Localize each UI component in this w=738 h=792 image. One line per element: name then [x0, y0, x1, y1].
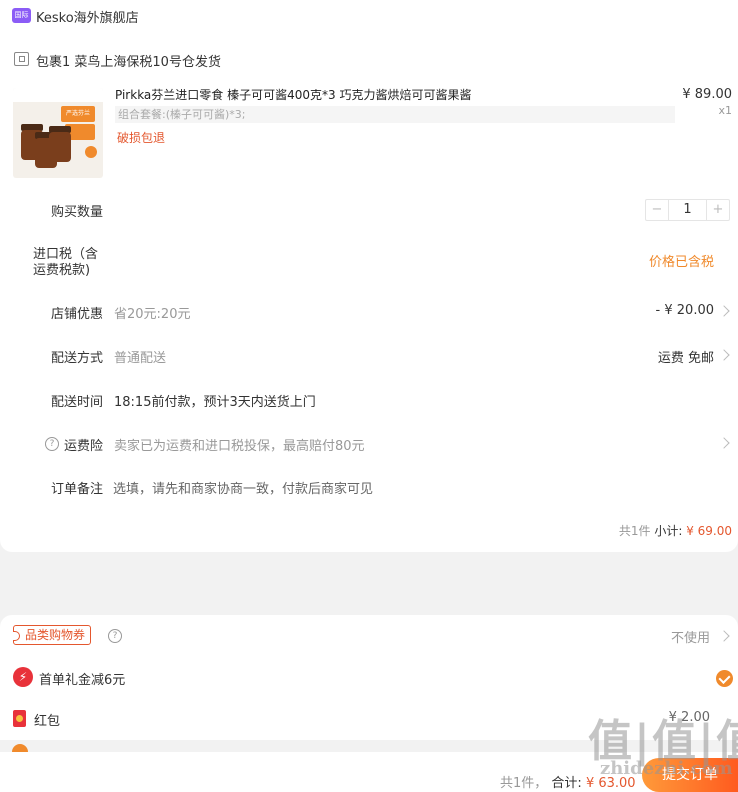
shipping-insurance-desc: 卖家已为运费和进口税投保，最高赔付80元: [114, 439, 365, 454]
store-discount-desc: 省20元:20元: [114, 307, 191, 322]
help-icon[interactable]: ?: [45, 437, 59, 451]
store-discount-label: 店铺优惠: [51, 307, 104, 322]
delivery-time-desc: 18:15前付款，预计3天内送货上门: [114, 395, 316, 410]
chevron-right-icon[interactable]: [718, 349, 730, 361]
red-packet-label: 红包: [34, 714, 61, 729]
quantity-value[interactable]: 1: [668, 200, 707, 220]
category-coupon-tag[interactable]: 品类购物券: [13, 625, 92, 645]
store-name[interactable]: Kesko海外旗舰店: [36, 7, 139, 26]
order-note-label: 订单备注: [51, 482, 104, 497]
quantity-stepper[interactable]: − 1 +: [645, 199, 730, 221]
red-packet-icon: [13, 710, 26, 727]
footer-total-label: 合计:: [551, 776, 582, 791]
category-coupon-value[interactable]: 不使用: [671, 627, 710, 646]
service-tag: 破损包退: [117, 131, 166, 145]
product-spec: 组合套餐:(榛子可可酱)*3;: [115, 106, 675, 123]
help-icon[interactable]: ?: [108, 629, 122, 643]
product-quantity: x1: [718, 104, 732, 117]
delivery-method-value: 运费 免邮: [657, 351, 714, 366]
minus-button[interactable]: −: [646, 200, 668, 220]
package-label: 包裹1 菜鸟上海保税10号仓发货: [36, 55, 221, 70]
subtotal-count: 共1件: [618, 524, 651, 538]
product-price: ¥ 89.00: [682, 87, 732, 102]
checkmark-icon[interactable]: [716, 670, 733, 687]
delivery-time-label: 配送时间: [51, 395, 104, 410]
thumbnail-circle-icon: [85, 146, 97, 158]
import-tax-value: 价格已含税: [648, 255, 714, 270]
chevron-right-icon[interactable]: [718, 305, 730, 317]
plus-button[interactable]: +: [707, 200, 729, 220]
product-thumbnail[interactable]: 严选芬兰: [13, 88, 103, 178]
thumbnail-banner: [13, 88, 103, 102]
store-discount-value: - ¥ 20.00: [655, 303, 714, 318]
first-order-label: 首单礼金减6元: [39, 673, 126, 688]
lightning-icon: ⚡: [13, 667, 33, 687]
product-title[interactable]: Pirkka芬兰进口零食 榛子可可酱400克*3 巧克力酱烘焙可可酱果酱: [115, 86, 471, 103]
jar-icon: [49, 132, 71, 162]
package-icon: [14, 52, 29, 66]
quantity-label: 购买数量: [51, 205, 104, 220]
shipping-insurance-label: 运费险: [64, 439, 104, 454]
watermark-text: zhidezhi.com: [600, 758, 733, 779]
chevron-right-icon[interactable]: [718, 437, 730, 449]
delivery-method-label: 配送方式: [51, 351, 104, 366]
subtotal-label: 小计:: [654, 524, 683, 538]
order-note-input[interactable]: 选填，请先和商家协商一致，付款后商家可见: [113, 478, 373, 497]
subtotal: 共1件 小计: ¥ 69.00: [619, 522, 732, 539]
order-card: 国际 Kesko海外旗舰店 包裹1 菜鸟上海保税10号仓发货 严选芬兰 Pirk…: [0, 0, 738, 552]
store-badge-icon: 国际: [12, 8, 31, 23]
delivery-method-desc: 普通配送: [114, 351, 167, 366]
thumbnail-badge: 严选芬兰: [61, 106, 95, 122]
import-tax-label-line2: 运费税款): [33, 263, 91, 278]
footer-count: 共1件，: [500, 776, 548, 791]
chevron-right-icon[interactable]: [718, 630, 730, 642]
subtotal-value: ¥ 69.00: [686, 524, 732, 538]
